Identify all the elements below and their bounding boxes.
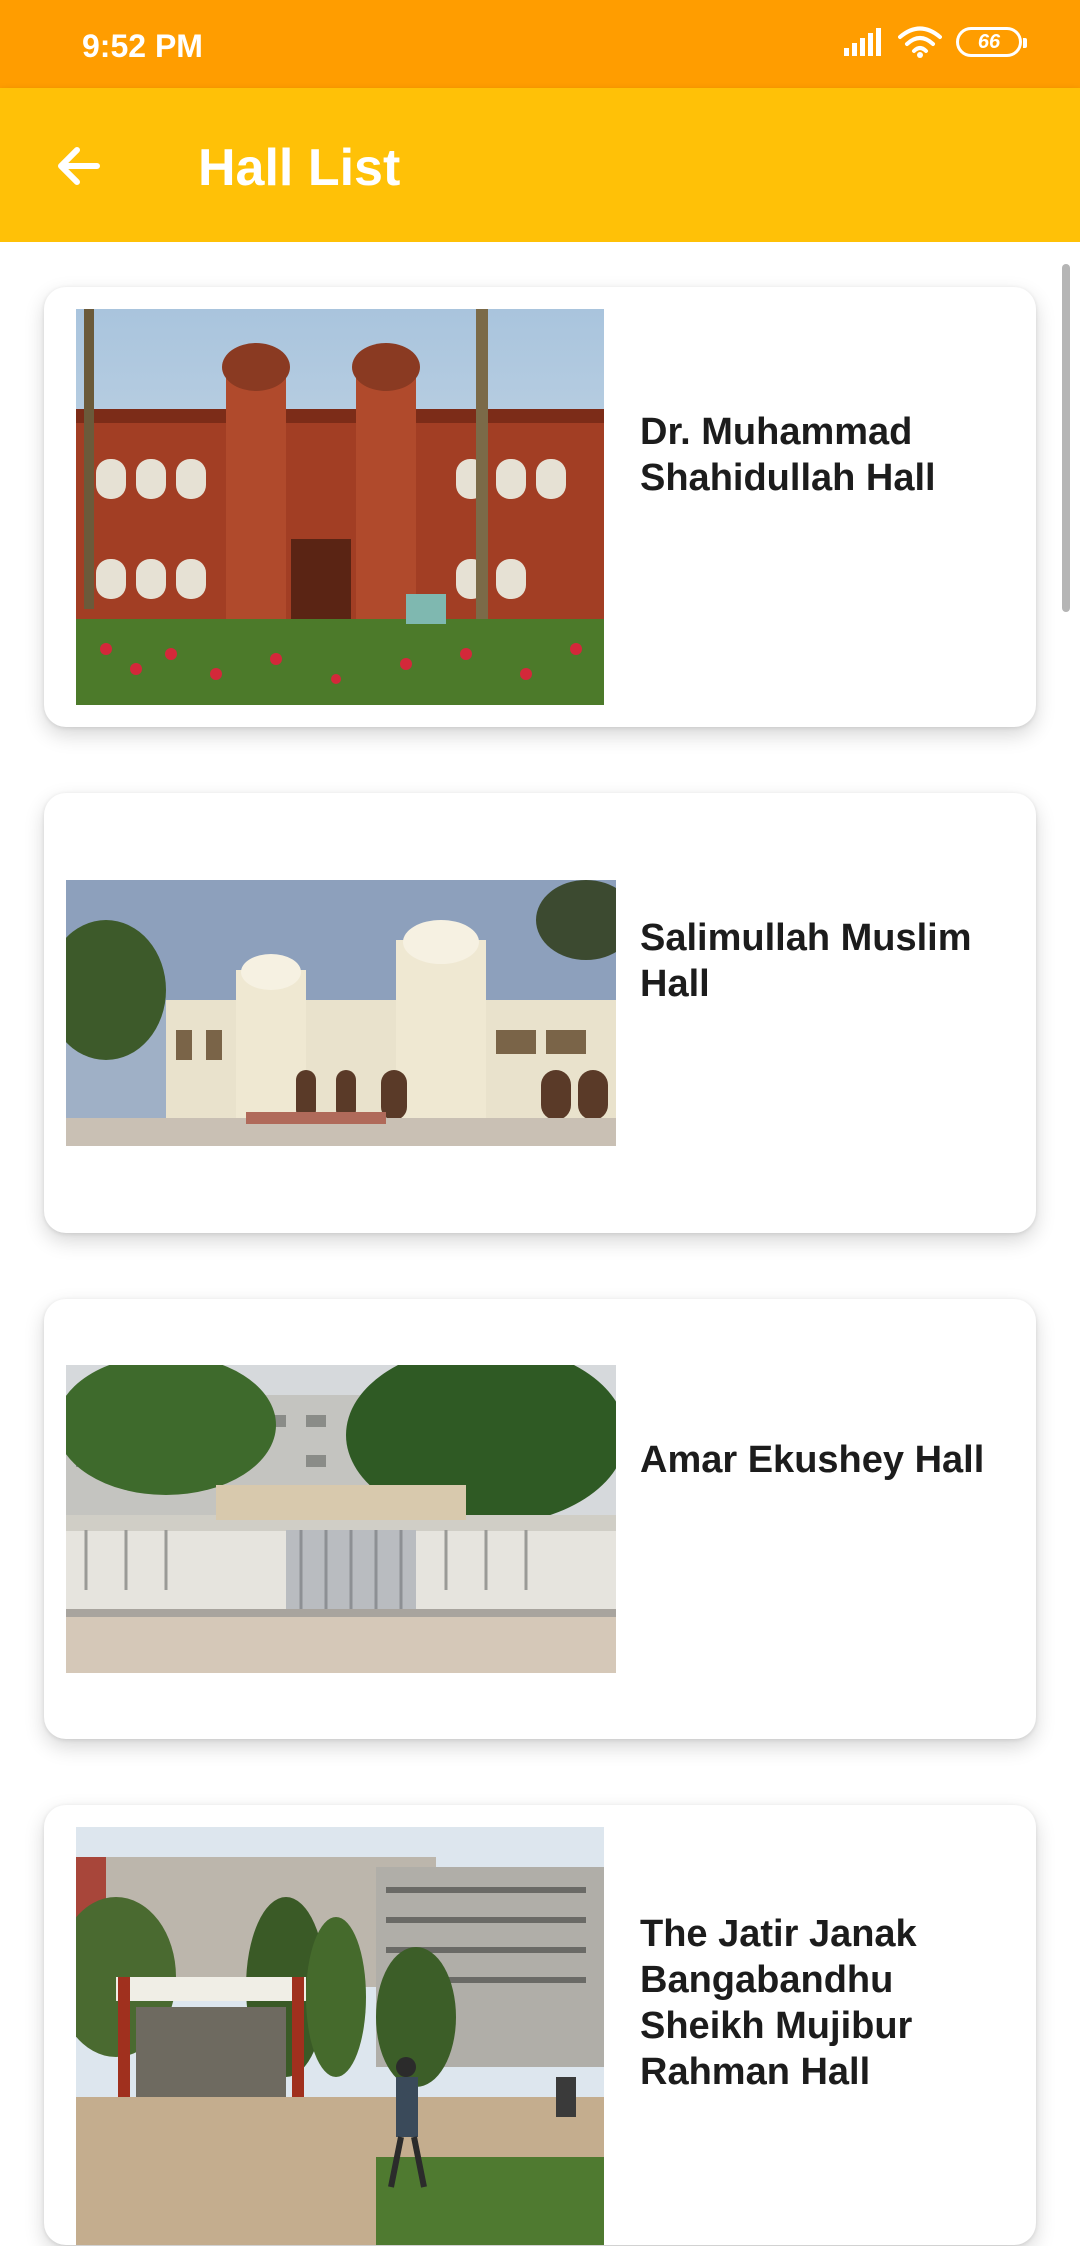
signal-icon [844,28,884,56]
hall-card[interactable]: Amar Ekushey Hall [44,1299,1036,1739]
white-domed-building-photo [66,880,616,1146]
scrollbar[interactable] [1062,264,1070,612]
hall-card[interactable]: The Jatir Janak Bangabandhu Sheikh Mujib… [44,1805,1036,2245]
status-icons: 66 [844,26,1027,58]
back-button[interactable] [40,128,116,204]
arrow-left-icon [53,141,103,191]
app-bar: Hall List [0,88,1080,242]
battery-level: 66 [977,30,1001,53]
hall-card[interactable]: Salimullah Muslim Hall [44,793,1036,1233]
gated-building-photo [66,1365,616,1673]
hall-name: The Jatir Janak Bangabandhu Sheikh Mujib… [640,1913,917,2093]
red-brick-building-photo [76,309,604,705]
status-time: 9:52 PM [82,28,203,64]
hall-name: Dr. Muhammad Shahidullah Hall [640,411,936,499]
page-title: Hall List [198,139,401,197]
hall-name: Amar Ekushey Hall [640,1439,985,1481]
status-bar: 9:52 PM 66 [0,0,1080,88]
hall-list[interactable]: Dr. Muhammad Shahidullah Hall Salimullah… [0,242,1080,2246]
hall-name: Salimullah Muslim Hall [640,917,972,1005]
hall-card[interactable]: Dr. Muhammad Shahidullah Hall [44,287,1036,727]
battery-icon: 66 [956,27,1027,57]
wifi-icon [898,26,942,58]
campus-building-photo [76,1827,604,2245]
